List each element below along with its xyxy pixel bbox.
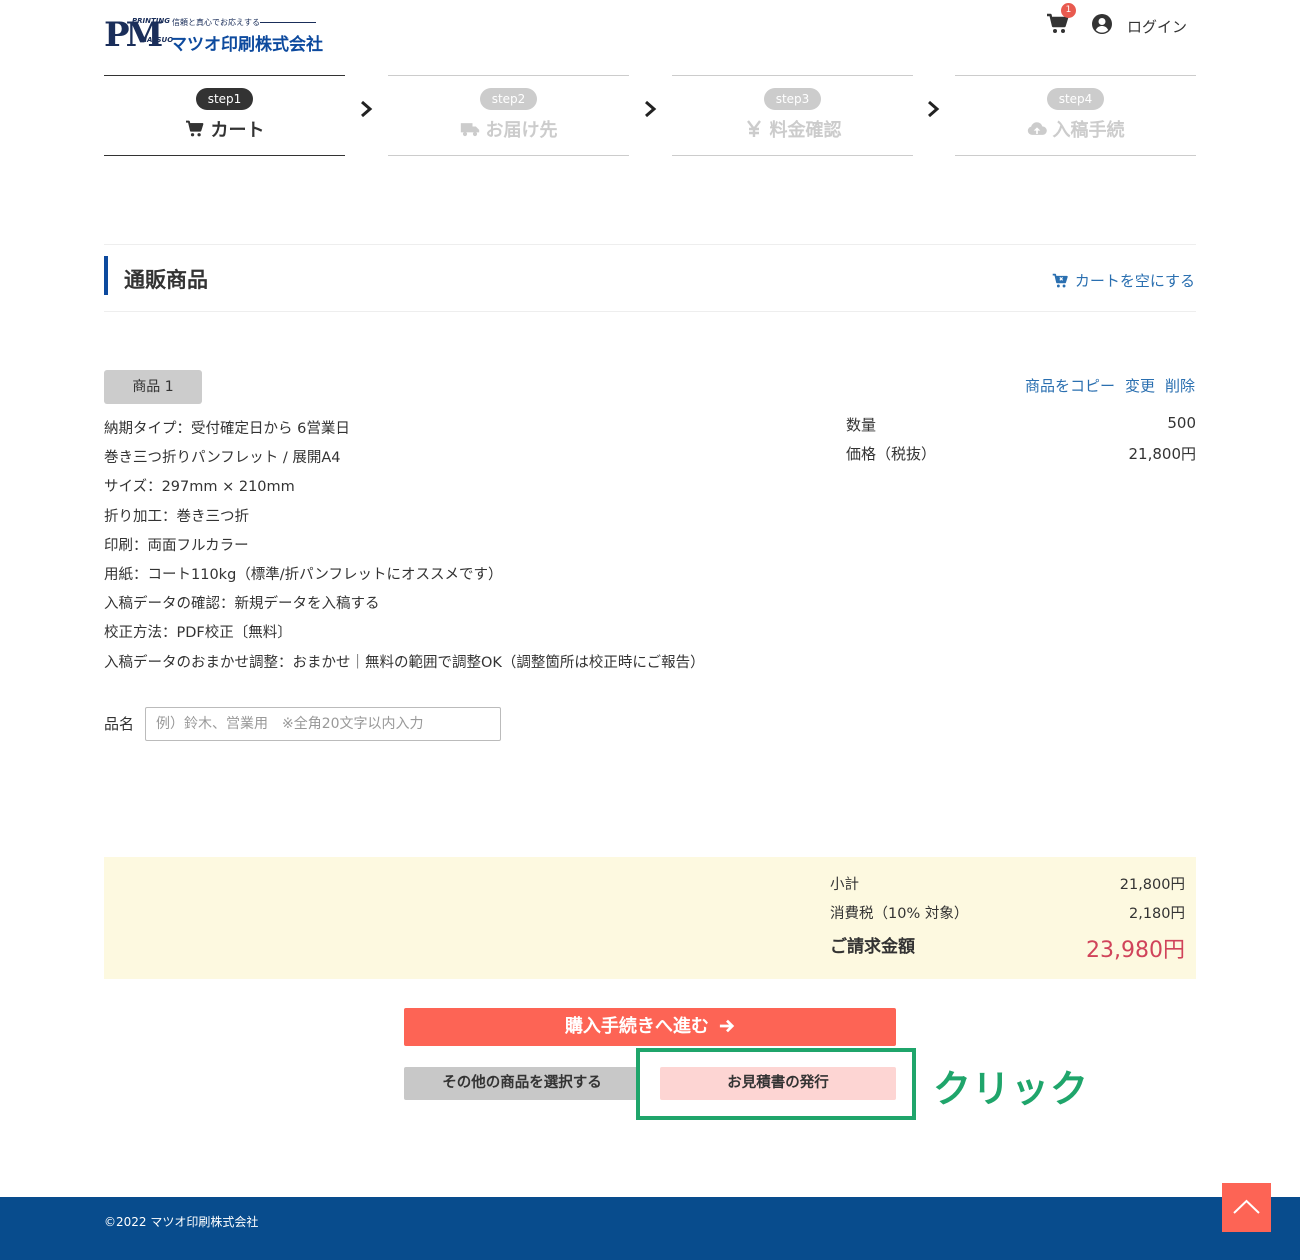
subtotal-value: 21,800円 <box>1119 877 1185 893</box>
cart-x-icon <box>1052 273 1068 287</box>
step-label: カート <box>210 120 265 141</box>
product-spec-list: 納期タイプ：受付確定日から 6営業日 巻き三つ折りパンフレット / 展開A4 サ… <box>104 419 705 682</box>
cloud-upload-icon <box>1027 122 1047 135</box>
step-cart: step1 カート <box>104 75 345 156</box>
chevron-right-icon <box>928 100 940 118</box>
logo-company-name: マツオ印刷株式会社 <box>170 35 323 55</box>
spec-item: 用紙：コート110kg（標準/折パンフレットにオススメです） <box>104 566 503 583</box>
arrow-right-icon <box>720 1019 735 1033</box>
logo-printing-text: PRINTING <box>132 17 170 25</box>
product-name-label: 品名 <box>104 715 135 733</box>
scroll-to-top-button[interactable] <box>1222 1183 1271 1232</box>
subtotal-label: 小計 <box>830 877 859 893</box>
section-title: 通販商品 <box>124 268 208 292</box>
login-link[interactable]: ログイン <box>1127 16 1187 37</box>
step-pill: step4 <box>1046 88 1105 110</box>
copy-product-link[interactable]: 商品をコピー <box>1025 375 1115 396</box>
spec-item: 入稿データのおまかせ調整：おまかせ｜無料の範囲で調整OK（調整箇所は校正時にご報… <box>104 654 705 671</box>
cart-count-badge: 1 <box>1061 3 1076 18</box>
click-annotation: クリック <box>933 1067 1090 1111</box>
delete-product-link[interactable]: 削除 <box>1165 375 1195 396</box>
divider <box>104 311 1196 312</box>
spec-item: サイズ：297mm × 210mm <box>104 479 295 496</box>
company-logo[interactable]: PM PRINTING MATSUO 信頼と真心でお応えする マツオ印刷株式会社 <box>104 16 324 55</box>
cart-icon <box>185 120 203 137</box>
product-actions: 商品をコピー 変更 削除 <box>1025 375 1195 396</box>
product-tag: 商品 1 <box>104 370 202 404</box>
chevron-right-icon <box>361 100 373 118</box>
chevron-up-icon <box>1233 1199 1260 1214</box>
chevron-right-icon <box>645 100 657 118</box>
quantity-row: 数量 500 <box>846 414 1196 435</box>
logo-divider <box>260 22 316 23</box>
step-label: 入稿手続 <box>1052 120 1125 141</box>
section-accent-bar <box>104 256 108 295</box>
step-delivery: step2 お届け先 <box>388 75 629 156</box>
step-pill: step1 <box>195 88 254 110</box>
spec-item: 校正方法：PDF校正〔無料〕 <box>104 625 292 642</box>
checkout-label: 購入手続きへ進む <box>564 1016 709 1037</box>
spec-item: 印刷：両面フルカラー <box>104 537 249 554</box>
select-other-products-button[interactable]: その他の商品を選択する <box>404 1067 640 1100</box>
spec-item: 巻き三つ折りパンフレット / 展開A4 <box>104 450 341 467</box>
order-summary: 小計 21,800円 消費税（10% 対象） 2,180円 ご請求金額 23,9… <box>104 857 1196 979</box>
price-row: 価格（税抜） 21,800円 <box>846 443 1196 464</box>
step-pill: step2 <box>479 88 538 110</box>
copyright-text: ©2022 マツオ印刷株式会社 <box>104 1215 259 1229</box>
empty-cart-label: カートを空にする <box>1074 272 1195 290</box>
subtotal-row: 小計 21,800円 <box>830 873 1185 894</box>
footer: ©2022 マツオ印刷株式会社 <box>0 1197 1300 1260</box>
step-label: 料金確認 <box>769 120 842 141</box>
total-label: ご請求金額 <box>830 937 915 957</box>
user-icon[interactable] <box>1092 14 1112 34</box>
tax-value: 2,180円 <box>1128 906 1185 922</box>
yen-icon <box>746 120 761 137</box>
tax-label: 消費税（10% 対象） <box>830 906 969 922</box>
price-value: 21,800円 <box>1128 445 1197 463</box>
empty-cart-link[interactable]: カートを空にする <box>1052 270 1195 291</box>
logo-tagline: 信頼と真心でお応えする <box>172 18 260 27</box>
product-name-input[interactable] <box>145 707 501 741</box>
proceed-to-checkout-button[interactable]: 購入手続きへ進む <box>404 1008 896 1046</box>
step-price-confirm: step3 料金確認 <box>672 75 913 156</box>
spec-item: 入稿データの確認：新規データを入稿する <box>104 596 380 613</box>
tax-row: 消費税（10% 対象） 2,180円 <box>830 902 1185 923</box>
click-highlight-box <box>636 1048 916 1120</box>
truck-icon <box>460 123 479 137</box>
step-upload: step4 入稿手続 <box>955 75 1196 156</box>
logo-matsuo-text: MATSUO <box>140 36 174 44</box>
change-product-link[interactable]: 変更 <box>1125 375 1155 396</box>
total-value: 23,980円 <box>1086 938 1185 963</box>
divider <box>104 244 1196 245</box>
step-pill: step3 <box>763 88 822 110</box>
quantity-value: 500 <box>1167 414 1196 432</box>
step-label: お届け先 <box>485 120 558 141</box>
quantity-label: 数量 <box>846 416 877 434</box>
price-label: 価格（税抜） <box>846 445 937 463</box>
spec-item: 折り加工：巻き三つ折 <box>104 508 249 525</box>
spec-item: 納期タイプ：受付確定日から 6営業日 <box>104 421 350 437</box>
